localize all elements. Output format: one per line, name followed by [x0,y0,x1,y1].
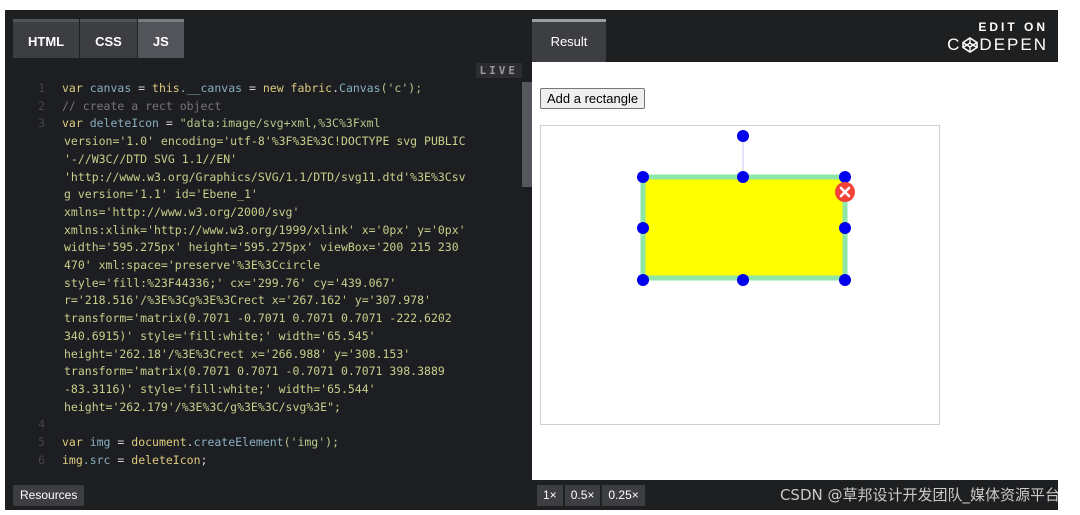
code-wrapped-line: g version='1.1' id='Ebene_1' [64,187,258,202]
fabric-canvas[interactable] [540,125,940,425]
line-number: 4 [38,417,45,432]
code-wrapped-line: 'http://www.w3.org/Graphics/SVG/1.1/DTD/… [64,169,466,184]
code-token: canvas [82,81,139,95]
delete-icon[interactable] [835,182,855,202]
resize-handle[interactable] [637,274,649,286]
code-token: document [124,435,187,450]
zoom-controls: 1× 0.5× 0.25× [537,485,647,506]
code-token: var [62,116,83,131]
code-token: .__canvas [179,81,249,95]
code-token: createElement [193,435,284,450]
code-wrapped-line: width='595.275px' height='595.275px' vie… [64,240,459,255]
codepen-embed: HTML CSS JS Result EDIT ON C DEPEN LIVE [5,10,1060,510]
csdn-watermark: CSDN @草邦设计开发团队_媒体资源平台 [779,486,1060,504]
code-wrapped-line: version='1.0' encoding='utf-8'%3F%3E%3C!… [64,134,466,149]
resize-handle[interactable] [737,171,749,183]
resize-handle[interactable] [839,171,851,183]
code-wrapped-line: xmlns:xlink='http://www.w3.org/1999/xlin… [64,222,466,237]
code-content: 1 var canvas = this.__canvas = new fabri… [5,80,475,469]
code-token: "data:image/svg+xml,%3C%3Fxml [172,116,381,131]
edit-on-codepen-link[interactable]: EDIT ON C DEPEN [947,20,1048,55]
zoom-1x-button[interactable]: 1× [537,485,563,506]
code-token: ; [200,452,208,467]
editor-scrollbar[interactable] [522,82,532,187]
code-token: Canvas [339,81,381,95]
code-line: 3 var deleteIcon = "data:image/svg+xml,%… [5,115,475,133]
code-wrapped-line: height='262.18'/%3E%3Crect x='266.988' y… [64,346,411,361]
code-wrapped-line: 470' xml:space='preserve'%3E%3Ccircle [64,258,321,273]
code-token: var [62,435,83,450]
code-wrapped-line: -83.3116)' style='fill:white;' width='65… [64,381,376,396]
code-token: img [62,452,83,467]
resize-handle[interactable] [839,274,851,286]
line-number: 6 [38,452,45,467]
code-token: new [255,81,284,95]
resize-handle[interactable] [637,171,649,183]
code-token: ('c'); [380,81,423,95]
codepen-logo: C DEPEN [947,35,1048,55]
line-number: 2 [38,98,45,113]
code-line: 1 var canvas = this.__canvas = new fabri… [5,80,475,98]
code-token: this [145,81,180,95]
editor-tabs: HTML CSS JS [13,19,185,58]
zoom-0-25x-button[interactable]: 0.25× [602,485,645,506]
code-line: 6 img.src = deleteIcon; [5,452,475,470]
code-line: 2 // create a rect object [5,98,475,116]
resize-handle[interactable] [737,274,749,286]
zoom-0-5x-button[interactable]: 0.5× [564,485,601,506]
resources-button[interactable]: Resources [13,485,85,506]
resize-handle[interactable] [839,222,851,234]
code-comment: // create a rect object [62,98,222,113]
tab-css[interactable]: CSS [80,19,137,58]
code-wrapped-line: transform='matrix(0.7071 0.7071 -0.7071 … [64,364,445,379]
code-wrapped-line: transform='matrix(0.7071 -0.7071 0.7071 … [64,311,452,326]
edit-on-label: EDIT ON [978,20,1048,34]
yellow-rectangle[interactable] [640,174,848,281]
code-wrapped-line: '-//W3C//DTD SVG 1.1//EN' [64,151,238,166]
live-badge: LIVE [475,63,522,78]
bottom-bar: Resources 1× 0.5× 0.25× CSDN @草邦设计开发团队_媒… [5,480,1060,510]
code-token: deleteIcon [82,116,166,131]
line-number: 1 [38,81,45,95]
code-text: var canvas = this.__canvas = new fabric.… [45,80,422,98]
code-line: 4 [5,416,475,434]
code-token: img [82,435,118,450]
code-wrapped-line: 340.6915)' style='fill:white;' width='65… [64,328,376,343]
code-token: . [186,435,194,450]
code-text: var img = document.createElement('img'); [45,434,339,452]
tab-js[interactable]: JS [137,19,184,58]
result-panel: Add a rectangle [532,62,1058,480]
code-line: 5 var img = document.createElement('img'… [5,434,475,452]
js-editor[interactable]: LIVE 1 var canvas = this.__canvas = new … [5,62,532,480]
code-wrapped-string: version='1.0' encoding='utf-8'%3F%3E%3C!… [5,133,475,416]
code-wrapped-line: r='218.516'/%3E%3Cg%3E%3Crect x='267.162… [64,293,431,308]
tab-result[interactable]: Result [532,19,606,62]
canvas-drawing [637,130,855,286]
code-token: fabric [283,81,333,95]
top-bar: HTML CSS JS Result EDIT ON C DEPEN [5,10,1058,62]
code-text: var deleteIcon = "data:image/svg+xml,%3C… [45,115,381,133]
code-wrapped-line: xmlns='http://www.w3.org/2000/svg' [64,204,300,219]
code-text: img.src = deleteIcon; [45,452,207,470]
line-number: 3 [38,116,45,131]
code-wrapped-line: style='fill:%23F44336;' cx='299.76' cy='… [64,275,397,290]
code-token: . [332,81,340,95]
code-token: ('img'); [283,435,339,450]
line-number: 5 [38,435,45,450]
code-wrapped-line: height='262.179'/%3E%3C/g%3E%3C/svg%3E"; [64,399,341,414]
codepen-logo-c: C [947,35,962,54]
tab-html[interactable]: HTML [13,19,80,58]
code-token: deleteIcon [124,452,201,467]
codepen-logo-rest: DEPEN [979,35,1048,54]
code-token: = [248,81,256,95]
resize-handle[interactable] [637,222,649,234]
codepen-cube-icon [962,37,979,53]
resize-handle[interactable] [737,130,749,142]
code-token: var [62,81,83,95]
code-token: = [165,116,173,131]
add-rectangle-button[interactable]: Add a rectangle [540,88,646,109]
code-token: .src [82,452,118,467]
